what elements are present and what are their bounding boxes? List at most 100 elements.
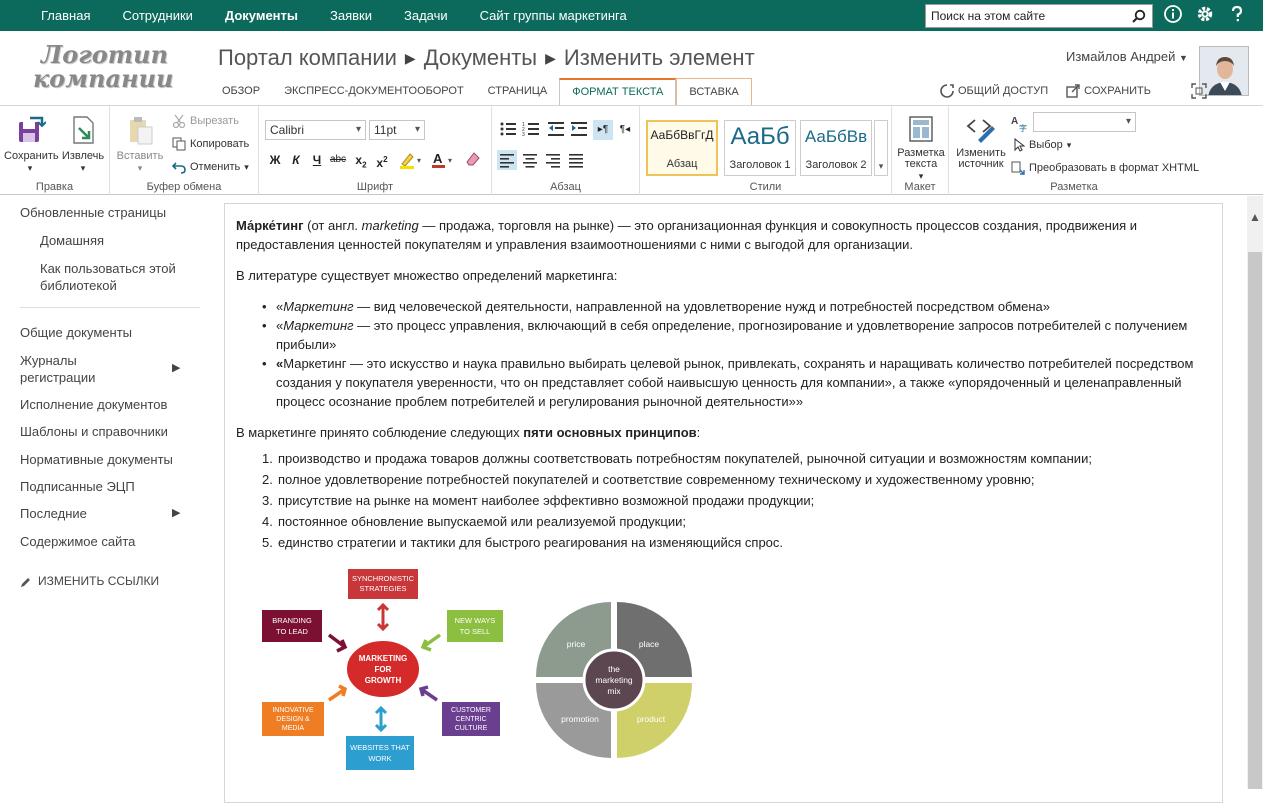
underline-button[interactable]: Ч — [307, 150, 327, 170]
topnav-requests[interactable]: Заявки — [314, 2, 388, 30]
group-layout: Разметка текста▾ Макет — [892, 106, 949, 195]
nav-shared-documents[interactable]: Общие документы — [20, 324, 132, 341]
copy-label: Копировать — [190, 138, 250, 150]
box-bottom-line2: WORK — [368, 754, 391, 763]
top-icons — [1163, 4, 1247, 24]
center-line2: FOR — [375, 665, 392, 674]
nav-how-to-use[interactable]: Как пользоваться этой библиотекой — [40, 260, 190, 294]
align-right-icon[interactable] — [543, 150, 563, 170]
nav-site-contents[interactable]: Содержимое сайта — [20, 533, 135, 550]
topnav-documents[interactable]: Документы — [209, 2, 314, 30]
select-label: Выбор — [1029, 139, 1063, 151]
box-right-line1: NEW WAYS — [455, 616, 496, 625]
search-icon[interactable] — [1132, 9, 1146, 23]
rtl-button[interactable]: ¶◂ — [615, 120, 635, 140]
box-bottom-left-line3: MEDIA — [282, 725, 305, 732]
numbering-icon[interactable]: 123 — [522, 120, 540, 138]
select-button[interactable]: Выбор ▾ — [1013, 138, 1071, 152]
copy-button[interactable]: Копировать — [172, 137, 249, 151]
chevron-right-icon[interactable]: ▶ — [172, 361, 180, 374]
checkout-button[interactable]: Извлечь ▾ — [60, 114, 106, 174]
nav-updated-pages[interactable]: Обновленные страницы — [20, 204, 166, 221]
focus-button[interactable] — [1191, 83, 1207, 99]
nav-recent[interactable]: Последние — [20, 505, 87, 522]
edit-source-button[interactable]: Изменить источник — [953, 114, 1009, 170]
paste-button[interactable]: Вставить ▾ — [116, 114, 164, 174]
breadcrumb-separator-icon: ▶ — [545, 49, 556, 66]
nav-journals[interactable]: Журналы регистрации — [20, 352, 120, 386]
topnav-employees[interactable]: Сотрудники — [106, 2, 208, 30]
group-edit-label: Правка — [35, 181, 74, 193]
chevron-right-icon[interactable]: ▶ — [172, 506, 180, 519]
checkout-button-label: Извлечь — [61, 150, 105, 162]
edit-links-button[interactable]: ИЗМЕНИТЬ ССЫЛКИ — [20, 573, 159, 590]
highlight-color-button[interactable]: ▾ — [397, 150, 425, 170]
convert-xhtml-button[interactable]: Преобразовать в формат XHTML — [1011, 161, 1199, 175]
nav-signed-documents[interactable]: Подписанные ЭЦП — [20, 478, 135, 495]
tab-page[interactable]: СТРАНИЦА — [476, 78, 560, 106]
marketing-growth-diagram[interactable]: SYNCHRONISTIC STRATEGIES BRANDING TO LEA… — [257, 565, 507, 775]
scrollbar-thumb[interactable] — [1248, 252, 1262, 789]
mix-label-promotion: promotion — [561, 714, 599, 724]
breadcrumb-portal[interactable]: Портал компании — [218, 45, 397, 71]
share-button[interactable]: ОБЩИЙ ДОСТУП — [940, 84, 1048, 98]
nav-home[interactable]: Домашняя — [40, 232, 104, 249]
gear-icon[interactable] — [1195, 4, 1215, 24]
nav-document-execution[interactable]: Исполнение документов — [20, 396, 167, 413]
group-markup-label: Разметка — [1050, 181, 1098, 193]
italic-button[interactable]: К — [286, 150, 306, 170]
strikethrough-button[interactable]: abc — [328, 150, 348, 170]
text-layout-button[interactable]: Разметка текста▾ — [894, 114, 948, 182]
help-icon[interactable] — [1227, 4, 1247, 24]
nav-regulations[interactable]: Нормативные документы — [20, 451, 173, 468]
fullscreen-icon — [1191, 83, 1207, 99]
tab-express-workflow[interactable]: ЭКСПРЕСС-ДОКУМЕНТООБОРОТ — [272, 78, 476, 106]
tab-browse[interactable]: ОБЗОР — [210, 78, 272, 106]
indent-icon[interactable] — [570, 120, 588, 138]
ltr-button[interactable]: ▸¶ — [593, 120, 613, 140]
language-icon[interactable]: A字 — [1011, 114, 1029, 132]
breadcrumb-documents[interactable]: Документы — [424, 45, 537, 71]
company-logo[interactable]: Логотип компании — [33, 43, 173, 91]
marketing-mix-diagram[interactable]: the marketing mix price place promotion … — [534, 600, 694, 760]
font-color-button[interactable]: A ▾ — [429, 150, 457, 170]
styles-more-button[interactable]: ▾ — [874, 120, 888, 176]
top-navigation: Главная Сотрудники Документы Заявки Зада… — [25, 2, 643, 30]
language-select[interactable] — [1033, 112, 1136, 132]
site-search — [925, 4, 1153, 28]
justify-icon[interactable] — [566, 150, 586, 170]
user-menu[interactable]: Измайлов Андрей ▼ — [1066, 49, 1188, 64]
mix-label-price: price — [567, 639, 586, 649]
font-family-select[interactable]: Calibri — [265, 120, 366, 140]
nav-templates[interactable]: Шаблоны и справочники — [20, 423, 168, 440]
paragraph-definition: Ма́рке́тинг (от англ. marketing — продаж… — [236, 216, 1206, 254]
clear-format-button[interactable] — [463, 150, 483, 170]
box-left-line1: BRANDING — [272, 616, 312, 625]
eraser-icon — [466, 152, 480, 166]
save-page-button[interactable]: СОХРАНИТЬ — [1066, 84, 1151, 98]
tab-format-text[interactable]: ФОРМАТ ТЕКСТА — [559, 78, 677, 106]
tab-insert[interactable]: ВСТАВКА — [676, 78, 752, 106]
align-center-icon[interactable] — [520, 150, 540, 170]
style-paragraph[interactable]: АаБбВвГгД Абзац — [646, 120, 718, 176]
search-input[interactable] — [926, 9, 1126, 23]
save-button[interactable]: Сохранить ▾ — [4, 114, 59, 174]
undo-button[interactable]: Отменить ▾ — [172, 160, 249, 174]
bullets-icon[interactable] — [499, 120, 517, 138]
superscript-button[interactable]: x2 — [372, 150, 392, 170]
bold-button[interactable]: Ж — [265, 150, 285, 170]
info-icon[interactable] — [1163, 4, 1183, 24]
scroll-up-icon[interactable]: ▲ — [1249, 210, 1261, 224]
center-line3: GROWTH — [365, 676, 402, 685]
cut-button[interactable]: Вырезать — [172, 114, 239, 128]
topnav-home[interactable]: Главная — [25, 2, 106, 30]
page-title: Изменить элемент — [563, 45, 755, 70]
align-left-icon[interactable] — [497, 150, 517, 170]
subscript-button[interactable]: x2 — [351, 150, 371, 170]
style-heading-1[interactable]: АаБб Заголовок 1 — [724, 120, 796, 176]
topnav-tasks[interactable]: Задачи — [388, 2, 464, 30]
style-heading-2[interactable]: АаБбВв Заголовок 2 — [800, 120, 872, 176]
outdent-icon[interactable] — [547, 120, 565, 138]
topnav-marketing-site[interactable]: Сайт группы маркетинга — [464, 2, 643, 30]
font-size-select[interactable]: 11pt — [369, 120, 425, 140]
